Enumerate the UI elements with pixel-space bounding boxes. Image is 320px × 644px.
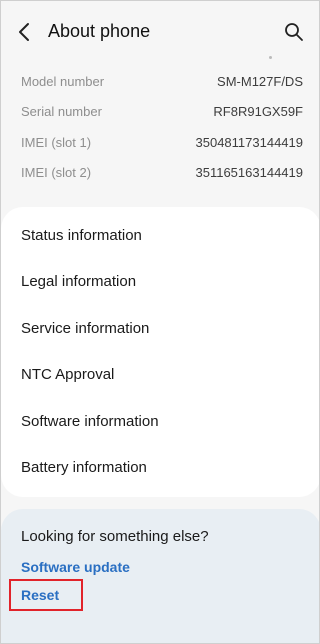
menu-item-battery-information[interactable]: Battery information [21, 459, 147, 476]
info-value: 351165163144419 [195, 165, 304, 180]
info-label: Serial number [21, 104, 102, 119]
menu-item-status-information[interactable]: Status information [21, 227, 142, 244]
info-value: 350481173144419 [195, 135, 304, 150]
reset-highlight-box [9, 579, 83, 611]
imei-slot2-row: IMEI (slot 2) 351165163144419 [21, 165, 303, 185]
screen: About phone Model number SM-M127F/DS Ser… [0, 0, 320, 644]
scroll-indicator [269, 56, 272, 59]
model-number-row: Model number SM-M127F/DS [21, 74, 303, 94]
software-update-link[interactable]: Software update [21, 559, 130, 575]
info-value: SM-M127F/DS [217, 74, 303, 89]
info-value: RF8R91GX59F [213, 104, 303, 119]
menu-item-legal-information[interactable]: Legal information [21, 273, 136, 290]
info-label: IMEI (slot 1) [21, 135, 92, 150]
info-label: Model number [21, 74, 105, 89]
page-title: About phone [48, 21, 151, 41]
serial-number-row: Serial number RF8R91GX59F [21, 104, 303, 124]
imei-slot1-row: IMEI (slot 1) 350481173144419 [21, 135, 303, 155]
chevron-left-icon[interactable] [15, 21, 35, 43]
menu-item-service-information[interactable]: Service information [21, 320, 149, 337]
app-bar: About phone [1, 1, 319, 61]
search-icon[interactable] [284, 22, 304, 42]
menu-item-software-information[interactable]: Software information [21, 413, 159, 430]
info-label: IMEI (slot 2) [21, 165, 92, 180]
menu-item-ntc-approval[interactable]: NTC Approval [21, 366, 114, 383]
settings-card [1, 207, 319, 497]
suggestions-title: Looking for something else? [21, 528, 209, 545]
